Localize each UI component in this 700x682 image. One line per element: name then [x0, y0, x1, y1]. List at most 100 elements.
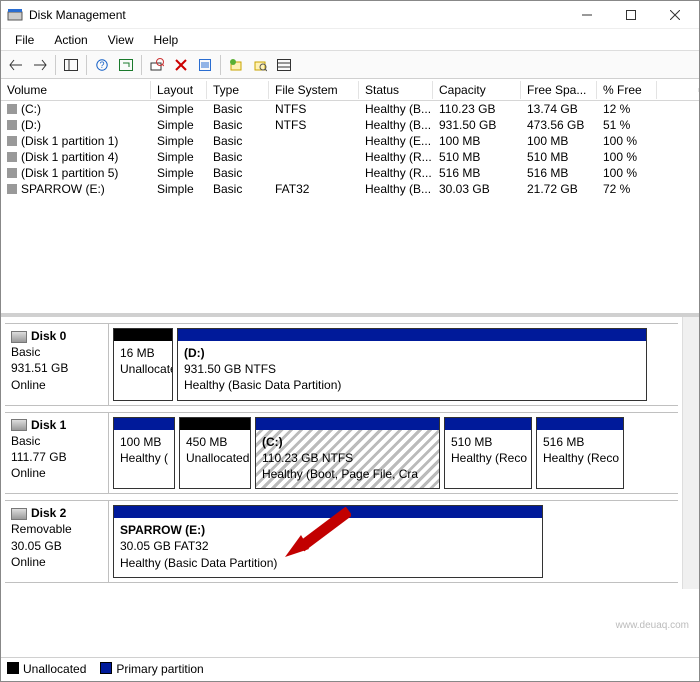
partition-box[interactable]: SPARROW (E:)30.05 GB FAT32Healthy (Basic…	[113, 505, 543, 578]
volume-list[interactable]: (C:)SimpleBasicNTFSHealthy (B...110.23 G…	[1, 101, 699, 313]
svg-text:?: ?	[99, 60, 104, 70]
back-button[interactable]	[5, 54, 27, 76]
volume-list-header: Volume Layout Type File System Status Ca…	[1, 79, 699, 101]
explore-button[interactable]	[249, 54, 271, 76]
drive-icon	[7, 184, 17, 194]
partition-line1: 516 MB	[543, 435, 584, 449]
disk-info[interactable]: Disk 0Basic931.51 GBOnline	[5, 324, 109, 405]
partition-box[interactable]: 100 MBHealthy (	[113, 417, 175, 490]
volume-layout: Simple	[151, 133, 207, 149]
volume-status: Healthy (E...	[359, 133, 433, 149]
menu-action[interactable]: Action	[44, 31, 97, 49]
volume-row[interactable]: SPARROW (E:)SimpleBasicFAT32Healthy (B..…	[1, 181, 699, 197]
volume-capacity: 931.50 GB	[433, 117, 521, 133]
partition-line2: Unallocated	[186, 451, 249, 465]
vertical-scrollbar[interactable]	[682, 317, 699, 589]
partition-box[interactable]: 510 MBHealthy (Reco	[444, 417, 532, 490]
disk-row: Disk 1Basic111.77 GBOnline100 MBHealthy …	[5, 412, 678, 495]
partition-bar	[114, 418, 174, 430]
detail-view-button[interactable]	[273, 54, 295, 76]
partition-line2: Healthy (Reco	[543, 451, 619, 465]
volume-free: 13.74 GB	[521, 101, 597, 117]
volume-layout: Simple	[151, 149, 207, 165]
volume-pct: 100 %	[597, 133, 657, 149]
maximize-button[interactable]	[609, 1, 653, 29]
minimize-button[interactable]	[565, 1, 609, 29]
disk-info[interactable]: Disk 1Basic111.77 GBOnline	[5, 413, 109, 494]
menu-bar: File Action View Help	[1, 29, 699, 51]
partition-line2: Healthy (Basic Data Partition)	[120, 556, 277, 570]
menu-file[interactable]: File	[5, 31, 44, 49]
rescan-disks-button[interactable]	[146, 54, 168, 76]
disk-type: Basic	[11, 433, 102, 449]
partition-bar	[256, 418, 439, 430]
partition-bar	[180, 418, 250, 430]
volume-type: Basic	[207, 101, 269, 117]
volume-pct: 100 %	[597, 165, 657, 181]
drive-icon	[7, 120, 17, 130]
partition-box[interactable]: 516 MB Healthy (Reco	[536, 417, 624, 490]
partition-box[interactable]: 450 MB Unallocated	[179, 417, 251, 490]
col-volume[interactable]: Volume	[1, 81, 151, 99]
col-free-space[interactable]: Free Spa...	[521, 81, 597, 99]
volume-row[interactable]: (Disk 1 partition 4)SimpleBasicHealthy (…	[1, 149, 699, 165]
help-button[interactable]: ?	[91, 54, 113, 76]
partition-strip: 100 MBHealthy ( 450 MB Unallocated (C:)110.…	[109, 413, 678, 494]
col-filesystem[interactable]: File System	[269, 81, 359, 99]
volume-row[interactable]: (D:)SimpleBasicNTFSHealthy (B...931.50 G…	[1, 117, 699, 133]
partition-bar	[537, 418, 623, 430]
volume-name: (Disk 1 partition 4)	[21, 150, 118, 164]
partition-bar	[445, 418, 531, 430]
volume-type: Basic	[207, 133, 269, 149]
col-status[interactable]: Status	[359, 81, 433, 99]
menu-help[interactable]: Help	[144, 31, 189, 49]
volume-row[interactable]: (Disk 1 partition 5)SimpleBasicHealthy (…	[1, 165, 699, 181]
menu-view[interactable]: View	[98, 31, 144, 49]
volume-type: Basic	[207, 165, 269, 181]
volume-row[interactable]: (Disk 1 partition 1)SimpleBasicHealthy (…	[1, 133, 699, 149]
new-volume-button[interactable]	[225, 54, 247, 76]
volume-name: (D:)	[21, 118, 41, 132]
volume-fs: FAT32	[269, 181, 359, 197]
col-layout[interactable]: Layout	[151, 81, 207, 99]
partition-line1: 450 MB	[186, 435, 227, 449]
disk-icon	[11, 419, 27, 431]
partition-line2: Healthy (Boot, Page File, Cra	[262, 467, 418, 481]
delete-button[interactable]	[170, 54, 192, 76]
separator	[55, 55, 56, 75]
partition-box[interactable]: (C:)110.23 GB NTFSHealthy (Boot, Page Fi…	[255, 417, 440, 490]
disk-icon	[11, 331, 27, 343]
properties-button[interactable]	[194, 54, 216, 76]
disk-name: Disk 0	[31, 329, 66, 343]
drive-icon	[7, 136, 17, 146]
volume-row[interactable]: (C:)SimpleBasicNTFSHealthy (B...110.23 G…	[1, 101, 699, 117]
col-type[interactable]: Type	[207, 81, 269, 99]
volume-name: (C:)	[21, 102, 41, 116]
partition-title: (C:)	[262, 435, 283, 449]
partition-box[interactable]: (D:)931.50 GB NTFSHealthy (Basic Data Pa…	[177, 328, 647, 401]
partition-line1: 30.05 GB FAT32	[120, 539, 209, 553]
volume-name: (Disk 1 partition 5)	[21, 166, 118, 180]
drive-icon	[7, 104, 17, 114]
disk-info[interactable]: Disk 2Removable30.05 GBOnline	[5, 501, 109, 582]
partition-line2: Healthy (Basic Data Partition)	[184, 378, 341, 392]
volume-capacity: 30.03 GB	[433, 181, 521, 197]
volume-capacity: 100 MB	[433, 133, 521, 149]
separator	[220, 55, 221, 75]
volume-capacity: 110.23 GB	[433, 101, 521, 117]
partition-line1: 16 MB	[120, 346, 155, 360]
partition-box[interactable]: 16 MBUnallocated	[113, 328, 173, 401]
separator	[86, 55, 87, 75]
volume-free: 473.56 GB	[521, 117, 597, 133]
partition-line2: Healthy (Reco	[451, 451, 527, 465]
legend-bar: Unallocated Primary partition	[1, 657, 699, 679]
close-button[interactable]	[653, 1, 697, 29]
disk-icon	[11, 508, 27, 520]
refresh-button[interactable]	[115, 54, 137, 76]
show-hide-console-tree-button[interactable]	[60, 54, 82, 76]
col-pct-free[interactable]: % Free	[597, 81, 657, 99]
col-capacity[interactable]: Capacity	[433, 81, 521, 99]
volume-pct: 12 %	[597, 101, 657, 117]
forward-button[interactable]	[29, 54, 51, 76]
volume-fs	[269, 172, 359, 174]
